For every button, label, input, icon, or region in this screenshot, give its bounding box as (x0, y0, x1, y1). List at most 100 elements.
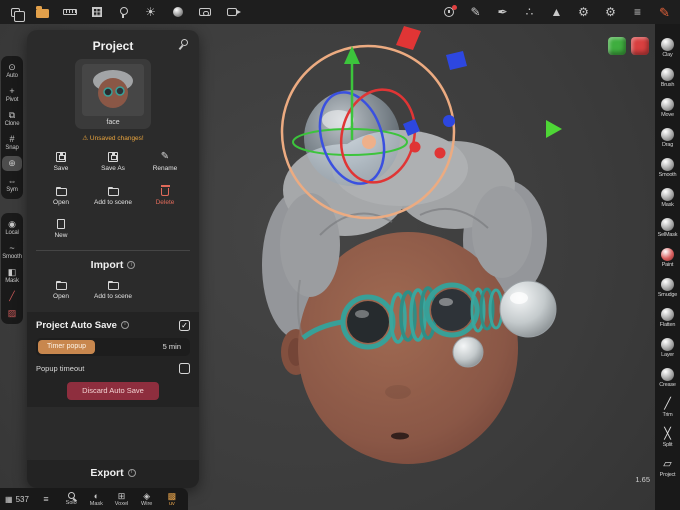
environment-sun-icon[interactable]: ☀ (139, 2, 162, 22)
scene-pages-icon[interactable] (4, 2, 27, 22)
brush-sphere-icon (661, 67, 674, 81)
tool-move[interactable]: Move (655, 93, 680, 123)
tool-flatten[interactable]: Flatten (655, 303, 680, 333)
green-cube-button[interactable] (608, 37, 626, 55)
layer-sphere-icon (661, 337, 674, 351)
popup-timeout-row: Popup timeout (36, 362, 190, 374)
auto-icon: ⊙ (8, 62, 16, 72)
auto-button[interactable]: ⊙ Auto (2, 60, 22, 81)
open-button[interactable]: Open (35, 185, 87, 206)
files-folder-icon[interactable] (31, 2, 54, 22)
new-file-icon (57, 219, 65, 230)
tool-drag[interactable]: Drag (655, 123, 680, 153)
autosave-section: Project Auto Save Timer popup 5 min Popu… (27, 311, 199, 407)
material-sphere-icon[interactable] (166, 2, 189, 22)
snap-button[interactable]: # Snap (2, 132, 22, 153)
save-icon (56, 152, 66, 162)
gizmo-x-arrow[interactable] (546, 120, 562, 138)
import-add-to-scene-button[interactable]: Add to scene (87, 279, 139, 300)
gizmo-red-plane-handle[interactable] (396, 26, 421, 50)
mask-toggle-button[interactable]: ◧ Mask (2, 265, 22, 286)
tool-smudge[interactable]: Smudge (655, 273, 680, 303)
pen-icon[interactable]: ✒ (491, 2, 514, 22)
tool-project[interactable]: ▱ Project (655, 453, 680, 483)
tool-layer[interactable]: Layer (655, 333, 680, 363)
falloff-button[interactable]: ╱ (2, 289, 22, 303)
uv-toggle[interactable]: ▩ uv (161, 491, 183, 507)
settings-gear-icon[interactable]: ⚙ (572, 2, 595, 22)
autosave-checkbox[interactable] (179, 319, 190, 331)
lighting-icon[interactable] (112, 2, 135, 22)
airbrush-icon[interactable]: ∴ (518, 2, 541, 22)
gizmo-mode-button[interactable]: ⊕ (2, 156, 22, 171)
divider (36, 250, 190, 252)
local-icon: ◉ (8, 219, 16, 229)
autosave-interval-value[interactable]: 5 min (163, 342, 188, 351)
gizmo-blue-plane-handle[interactable] (446, 51, 467, 70)
gizmo-icon: ⊕ (8, 158, 16, 168)
new-button[interactable]: New (35, 219, 87, 239)
pivot-button[interactable]: + Pivot (2, 84, 22, 105)
import-open-icon (55, 280, 67, 291)
smooth-toggle-button[interactable]: ~ Smooth (2, 241, 22, 262)
export-info-icon[interactable] (127, 469, 136, 477)
import-add-icon (107, 280, 119, 291)
red-cube-button[interactable] (631, 37, 649, 55)
mask-view-toggle[interactable]: ◐ Mask (85, 491, 107, 507)
project-thumbnail-card[interactable]: face (75, 59, 151, 129)
smudge-icon[interactable]: ▲ (545, 2, 568, 22)
import-open-button[interactable]: Open (35, 279, 87, 300)
save-button[interactable]: Save (35, 152, 87, 172)
measure-icon[interactable] (58, 2, 81, 22)
project-panel-header: Project (27, 30, 199, 57)
render-video-icon[interactable] (220, 2, 243, 22)
layers-button[interactable]: ≡ (35, 494, 57, 504)
wireframe-toggle[interactable]: ◈ Wire (136, 491, 158, 507)
polycount-icon: ▦ (5, 494, 13, 504)
gizmo-center-handle[interactable] (362, 135, 376, 149)
bottom-status-bar: ▦ 537 ≡ Solo ◐ Mask ⊞ Voxel ◈ Wire ▩ uv (0, 488, 188, 510)
tool-split[interactable]: ╳ Split (655, 423, 680, 453)
project-panel: Project face Unsaved changes! Save Save … (27, 30, 199, 488)
voxel-toggle[interactable]: ⊞ Voxel (110, 491, 132, 507)
local-button[interactable]: ◉ Local (2, 217, 22, 238)
tool-brush[interactable]: Brush (655, 63, 680, 93)
tool-crease[interactable]: Crease (655, 363, 680, 393)
selmask-sphere-icon (661, 217, 674, 231)
tool-clay[interactable]: Clay (655, 33, 680, 63)
tool-mask[interactable]: Mask (655, 183, 680, 213)
topology-grid-icon[interactable] (85, 2, 108, 22)
tool-trim[interactable]: ╱ Trim (655, 393, 680, 423)
rename-button[interactable]: ✎ Rename (139, 151, 191, 173)
tool-smooth[interactable]: Smooth (655, 153, 680, 183)
tool-paint[interactable]: Paint (655, 243, 680, 273)
info-icon[interactable] (127, 261, 136, 270)
add-to-scene-button[interactable]: Add to scene (87, 185, 139, 206)
autosave-info-icon[interactable] (120, 321, 129, 330)
falloff-icon: ╱ (9, 291, 15, 301)
import-section-header: Import (27, 259, 199, 271)
save-as-button[interactable]: Save As (87, 152, 139, 172)
stylus-pressure-icon[interactable]: ✎ (653, 2, 676, 22)
stroke-falloff-button[interactable]: ▨ (2, 306, 22, 320)
interface-gear-icon[interactable]: ⚙ (599, 2, 622, 22)
timer-popup-row: Timer popup 5 min (36, 337, 190, 356)
export-section[interactable]: Export (27, 460, 199, 488)
import-actions-grid: Open Add to scene (27, 279, 199, 300)
symmetry-button[interactable]: ⇔ Sym (2, 174, 22, 195)
record-timer-icon[interactable] (437, 2, 460, 22)
pencil-icon[interactable]: ✎ (464, 2, 487, 22)
mask-sphere-icon (661, 187, 674, 201)
project-plane-icon: ▱ (663, 457, 672, 470)
solo-toggle[interactable]: Solo (60, 492, 82, 506)
menu-icon[interactable]: ≡ (626, 2, 649, 22)
autosave-title: Project Auto Save (36, 319, 117, 331)
rename-icon: ✎ (160, 151, 170, 162)
clone-button[interactable]: ⧉ Clone (2, 108, 22, 129)
camera-icon[interactable] (193, 2, 216, 22)
discard-autosave-button[interactable]: Discard Auto Save (67, 381, 159, 400)
popup-timeout-checkbox[interactable] (179, 362, 190, 374)
timer-popup-button[interactable]: Timer popup (38, 339, 96, 354)
tool-selmask[interactable]: SelMask (655, 213, 680, 243)
delete-button[interactable]: Delete (139, 185, 191, 206)
